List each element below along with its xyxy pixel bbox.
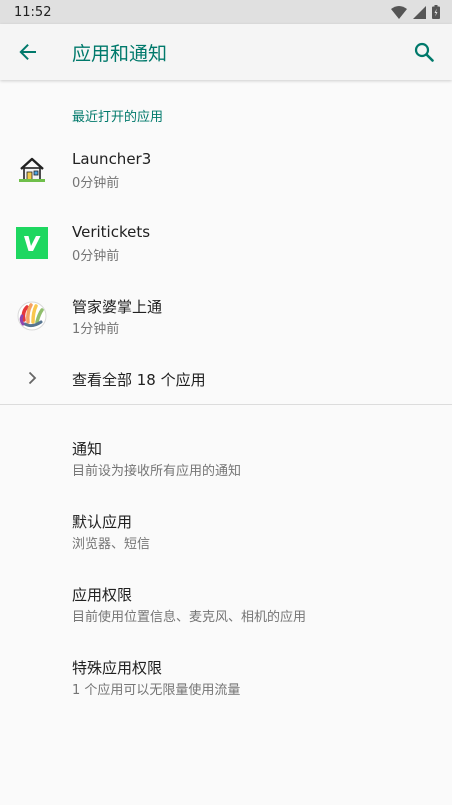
status-bar: 11:52 xyxy=(0,0,452,24)
app-name: Veritickets xyxy=(72,223,151,241)
setting-title: 应用权限 xyxy=(72,586,133,604)
see-all-label: 查看全部 18 个应用 xyxy=(72,371,206,389)
recent-app-launcher3[interactable]: Launcher3 0分钟前 xyxy=(0,133,452,206)
launcher-house-icon xyxy=(16,154,48,186)
setting-summary: 1 个应用可以无限量使用流量 xyxy=(72,683,241,698)
setting-summary: 浏览器、短信 xyxy=(72,537,151,552)
signal-icon xyxy=(413,5,426,19)
setting-app-permissions[interactable]: 应用权限 目前使用位置信息、麦克风、相机的应用 xyxy=(0,566,452,639)
app-name: 管家婆掌上通 xyxy=(72,298,163,316)
recent-app-guanjiapo[interactable]: 管家婆掌上通 1分钟前 xyxy=(0,279,452,352)
app-last-opened: 0分钟前 xyxy=(72,249,120,264)
search-icon xyxy=(414,42,434,62)
app-bar: 应用和通知 xyxy=(0,24,452,80)
arrow-back-icon xyxy=(19,44,36,60)
section-divider xyxy=(0,404,452,405)
battery-icon xyxy=(432,5,440,19)
veritickets-icon xyxy=(16,226,48,259)
search-button[interactable] xyxy=(408,36,440,68)
setting-default-apps[interactable]: 默认应用 浏览器、短信 xyxy=(0,493,452,566)
setting-title: 通知 xyxy=(72,440,103,458)
setting-special-app-access[interactable]: 特殊应用权限 1 个应用可以无限量使用流量 xyxy=(0,639,452,712)
hand-logo-icon xyxy=(16,300,48,332)
app-name: Launcher3 xyxy=(72,150,152,168)
status-time: 11:52 xyxy=(14,4,52,20)
chevron-right-icon xyxy=(16,362,48,394)
status-icons xyxy=(391,5,440,19)
app-last-opened: 1分钟前 xyxy=(72,322,120,337)
setting-notifications[interactable]: 通知 目前设为接收所有应用的通知 xyxy=(0,420,452,493)
setting-summary: 目前使用位置信息、麦克风、相机的应用 xyxy=(72,610,307,625)
recent-app-veritickets[interactable]: Veritickets 0分钟前 xyxy=(0,206,452,279)
setting-title: 默认应用 xyxy=(72,513,133,531)
setting-title: 特殊应用权限 xyxy=(72,659,163,677)
page-title: 应用和通知 xyxy=(72,42,168,65)
app-last-opened: 0分钟前 xyxy=(72,176,120,191)
back-button[interactable] xyxy=(0,24,56,80)
recent-apps-header: 最近打开的应用 xyxy=(72,110,164,125)
see-all-apps-button[interactable]: 查看全部 18 个应用 xyxy=(0,352,452,404)
wifi-icon xyxy=(391,5,407,19)
setting-summary: 目前设为接收所有应用的通知 xyxy=(72,464,242,479)
